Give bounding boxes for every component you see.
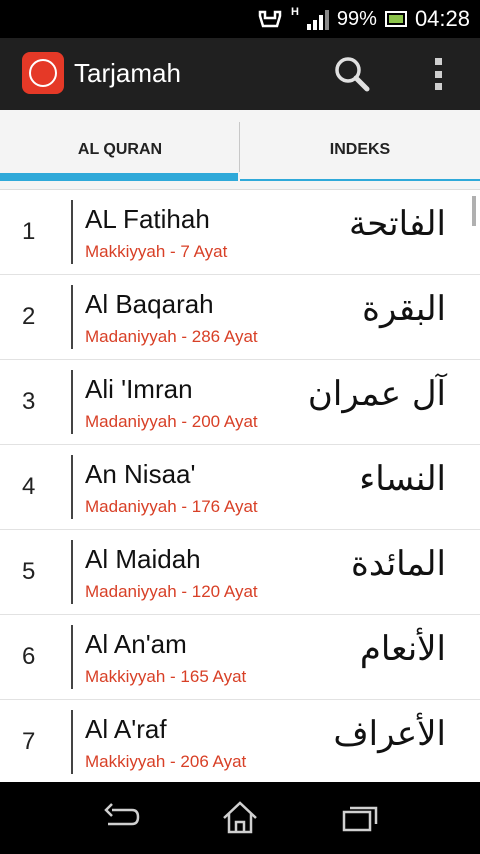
surah-row[interactable]: 3 Ali 'Imran Madaniyyah - 200 Ayat آل عم…	[0, 360, 480, 445]
menu-dot-icon	[434, 83, 442, 90]
surah-number: 4	[22, 473, 36, 500]
surah-name: Al Maidah	[85, 544, 201, 574]
surah-name: Al A'raf	[85, 714, 167, 744]
row-separator	[71, 710, 73, 774]
surah-name: Ali 'Imran	[85, 374, 193, 404]
row-separator	[71, 625, 73, 689]
surah-number: 6	[22, 643, 36, 670]
recent-apps-icon	[342, 806, 378, 832]
usb-debug-icon	[258, 10, 282, 28]
battery-icon	[384, 11, 407, 27]
action-bar: Tarjamah	[0, 38, 480, 110]
surah-info: Madaniyyah - 200 Ayat	[85, 412, 258, 431]
surah-arabic-name: آل عمران	[307, 374, 446, 414]
surah-info: Madaniyyah - 120 Ayat	[85, 582, 258, 601]
status-bar: H 99% 04:28	[0, 0, 480, 38]
surah-arabic-name: الأنعام	[359, 629, 446, 669]
tab-bar: AL QURAN INDEKS	[0, 110, 480, 190]
surah-number: 7	[22, 728, 36, 755]
menu-dot-icon	[434, 70, 442, 78]
row-separator	[71, 200, 73, 264]
surah-row[interactable]: 5 Al Maidah Madaniyyah - 120 Ayat المائد…	[0, 530, 480, 615]
surah-row[interactable]: 7 Al A'raf Makkiyyah - 206 Ayat الأعراف	[0, 700, 480, 782]
surah-arabic-name: الأعراف	[333, 714, 446, 754]
overflow-menu-button[interactable]	[424, 54, 452, 94]
surah-row[interactable]: 1 AL Fatihah Makkiyyah - 7 Ayat الفاتحة	[0, 190, 480, 275]
row-separator	[71, 370, 73, 434]
surah-name: Al Baqarah	[85, 289, 214, 319]
surah-arabic-name: البقرة	[362, 289, 446, 329]
surah-info: Makkiyyah - 165 Ayat	[85, 667, 247, 686]
surah-number: 3	[22, 388, 36, 415]
back-button[interactable]	[100, 798, 144, 838]
surah-info: Makkiyyah - 7 Ayat	[85, 242, 228, 261]
back-icon	[104, 803, 140, 826]
row-separator	[71, 455, 73, 519]
surah-number: 5	[22, 558, 36, 585]
active-tab-indicator	[0, 173, 238, 181]
network-type: H	[290, 6, 299, 18]
recent-apps-button[interactable]	[338, 798, 382, 838]
surah-arabic-name: المائدة	[351, 544, 446, 584]
surah-row[interactable]: 6 Al An'am Makkiyyah - 165 Ayat الأنعام	[0, 615, 480, 700]
surah-arabic-name: النساء	[359, 459, 446, 499]
app-title: Tarjamah	[74, 58, 181, 88]
battery-percent: 99%	[336, 7, 377, 30]
app-logo-icon[interactable]	[22, 52, 64, 94]
surah-info: Madaniyyah - 176 Ayat	[85, 497, 258, 516]
surah-name: An Nisaa'	[85, 459, 196, 489]
clock: 04:28	[414, 6, 470, 31]
row-separator	[71, 540, 73, 604]
surah-arabic-name: الفاتحة	[348, 204, 446, 244]
search-icon	[335, 57, 370, 92]
surah-name: AL Fatihah	[85, 204, 210, 234]
surah-info: Makkiyyah - 206 Ayat	[85, 752, 247, 771]
surah-number: 1	[22, 218, 36, 245]
surah-number: 2	[22, 303, 36, 330]
signal-icon	[306, 8, 329, 30]
status-icons: H 99% 04:28	[257, 0, 470, 38]
home-icon	[223, 801, 257, 834]
row-separator	[71, 285, 73, 349]
search-button[interactable]	[332, 54, 372, 94]
tab-indeks[interactable]: INDEKS	[240, 110, 480, 190]
surah-row[interactable]: 2 Al Baqarah Madaniyyah - 286 Ayat البقر…	[0, 275, 480, 360]
home-button[interactable]	[218, 798, 262, 838]
surah-row[interactable]: 4 An Nisaa' Madaniyyah - 176 Ayat النساء	[0, 445, 480, 530]
system-nav-bar	[0, 782, 480, 854]
surah-name: Al An'am	[85, 629, 187, 659]
menu-dot-icon	[434, 58, 442, 65]
tab-underline	[240, 179, 480, 181]
surah-list[interactable]: 1 AL Fatihah Makkiyyah - 7 Ayat الفاتحة …	[0, 190, 480, 782]
surah-info: Madaniyyah - 286 Ayat	[85, 327, 258, 346]
list-scrollbar[interactable]	[472, 196, 476, 226]
